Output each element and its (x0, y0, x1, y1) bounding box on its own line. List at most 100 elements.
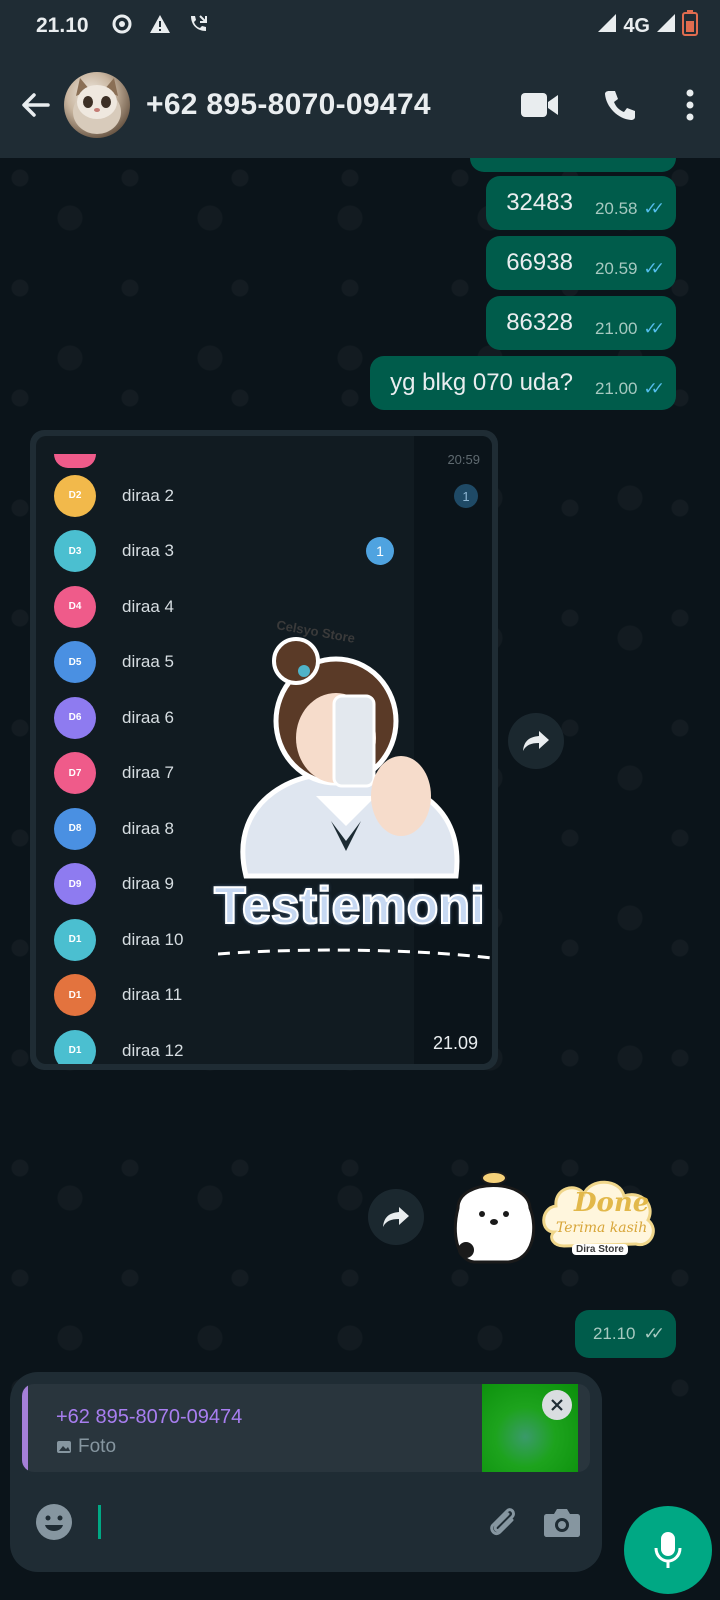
message-text: 32483 (506, 189, 573, 216)
more-vert-icon (686, 89, 694, 121)
sticker-text: Done (574, 1188, 650, 1218)
message-bubble[interactable]: 21.10 ✓✓ (574, 1310, 676, 1358)
reply-preview[interactable]: +62 895-8070-09474 Foto (22, 1384, 590, 1472)
delivered-ticks-icon: ✓✓ (643, 1324, 665, 1343)
message-bubble[interactable]: 32483 20.58 ✓✓ (486, 176, 676, 230)
status-bar: 21.10 4G (0, 0, 720, 52)
reply-sender: +62 895-8070-09474 (56, 1406, 243, 1428)
list-avatar: D1 (54, 1029, 96, 1064)
message-bubble[interactable]: 86328 21.00 ✓✓ (486, 296, 676, 350)
list-item-name: diraa 6 (122, 707, 174, 727)
contact-name[interactable]: +62 895-8070-09474 (146, 88, 431, 122)
message-input[interactable] (98, 1505, 101, 1539)
message-time: 20.58 (594, 199, 638, 218)
message-time: 21.00 (594, 379, 638, 398)
list-item-name: diraa 3 (122, 541, 174, 561)
image-list-item: D1 diraa 12 (36, 1023, 416, 1064)
list-avatar: D7 (54, 752, 96, 795)
message-time: 21.10 (592, 1324, 636, 1343)
photo-icon (57, 1441, 71, 1453)
back-arrow-icon (22, 93, 50, 117)
chat-area[interactable]: 32483 20.58 ✓✓ 66938 20.59 ✓✓ 86328 21.00 ✓… (0, 158, 720, 1403)
video-call-button[interactable] (500, 75, 580, 135)
list-item-name: diraa 11 (122, 985, 183, 1005)
list-avatar: D9 (54, 863, 96, 906)
image-list-item: D2 diraa 2 (36, 468, 416, 524)
signal-icon (656, 13, 676, 39)
unread-badge: 1 (366, 537, 394, 566)
forward-button[interactable] (508, 713, 564, 769)
message-text: 86328 (506, 309, 573, 336)
list-avatar: D5 (54, 641, 96, 684)
list-avatar (54, 454, 96, 468)
list-item-name: diraa 12 (122, 1040, 184, 1060)
image-side-badge: 1 (454, 484, 478, 508)
message-bubble-partial[interactable] (470, 158, 676, 172)
list-avatar: D4 (54, 585, 96, 628)
forward-button[interactable] (368, 1189, 424, 1245)
location-icon (111, 13, 133, 40)
list-item-name: diraa 9 (122, 874, 174, 894)
testimoni-overlay-text: Testiemoni (213, 876, 486, 936)
dog-sticker-icon (453, 1171, 536, 1264)
forward-icon (523, 731, 549, 751)
close-reply-button[interactable] (542, 1390, 572, 1420)
list-item-name: diraa 2 (122, 485, 174, 505)
message-text: yg blkg 070 uda? (390, 369, 573, 396)
list-item-name: diraa 7 (122, 763, 174, 783)
message-time: 20.59 (594, 259, 638, 278)
message-time: 21.00 (594, 319, 638, 338)
message-bubble[interactable]: 66938 20.59 ✓✓ (486, 236, 676, 290)
image-list-item: D3 diraa 3 1 (36, 524, 416, 580)
warning-icon (149, 14, 171, 39)
emoji-icon (36, 1504, 72, 1540)
image-side-time: 20:59 (447, 452, 480, 467)
read-ticks-icon: ✓✓ (643, 319, 665, 338)
image-time: 21.09 (432, 1033, 478, 1053)
back-button[interactable] (8, 77, 64, 133)
dashed-underline (218, 948, 492, 960)
battery-icon (682, 10, 698, 42)
read-ticks-icon: ✓✓ (643, 259, 665, 278)
phone-icon (605, 91, 635, 120)
list-avatar: D1 (54, 974, 96, 1017)
status-time: 21.10 (36, 14, 89, 37)
list-avatar: D2 (54, 474, 96, 517)
network-type: 4G (623, 14, 650, 37)
forward-icon (383, 1207, 409, 1227)
attach-button[interactable] (472, 1492, 532, 1552)
sticker-message[interactable]: Done Terima kasih Dira Store (448, 1168, 664, 1278)
camera-icon (544, 1509, 580, 1537)
read-ticks-icon: ✓✓ (643, 379, 665, 398)
voice-message-button[interactable] (624, 1506, 712, 1594)
voice-call-button[interactable] (580, 75, 660, 135)
list-item-name: diraa 8 (122, 818, 174, 838)
emoji-button[interactable] (24, 1492, 84, 1552)
image-message[interactable]: 20:59 1 D2 diraa 2 D3 diraa 3 1 D4 diraa 4 D5 di… (30, 430, 498, 1070)
more-options-button[interactable] (660, 75, 720, 135)
avatar[interactable] (64, 72, 130, 138)
close-icon (551, 1399, 563, 1411)
microphone-icon (654, 1532, 682, 1568)
list-item-name: diraa 5 (122, 652, 174, 672)
message-bubble[interactable]: yg blkg 070 uda? 21.00 ✓✓ (370, 356, 676, 410)
reply-accent-bar (22, 1384, 28, 1472)
camera-button[interactable] (532, 1492, 592, 1552)
list-avatar: D8 (54, 807, 96, 850)
list-avatar: D6 (54, 696, 96, 739)
message-text: 66938 (506, 249, 573, 276)
video-call-icon (521, 93, 558, 117)
sticker-subtext: Terima kasih (556, 1220, 648, 1236)
signal-icon (597, 13, 617, 39)
chat-header: +62 895-8070-09474 (0, 52, 720, 158)
message-composer: +62 895-8070-09474 Foto (10, 1372, 602, 1572)
reply-type: Foto (56, 1436, 116, 1458)
list-avatar: D3 (54, 530, 96, 573)
sticker-brand: Dira Store (572, 1244, 628, 1255)
list-item-name: diraa 4 (122, 596, 174, 616)
read-ticks-icon: ✓✓ (643, 199, 665, 218)
image-list-item-partial (36, 440, 416, 468)
list-item-name: diraa 10 (122, 929, 184, 949)
reply-type-label: Foto (78, 1436, 117, 1457)
image-preview[interactable]: 20:59 1 D2 diraa 2 D3 diraa 3 1 D4 diraa 4 D5 di… (36, 436, 492, 1064)
